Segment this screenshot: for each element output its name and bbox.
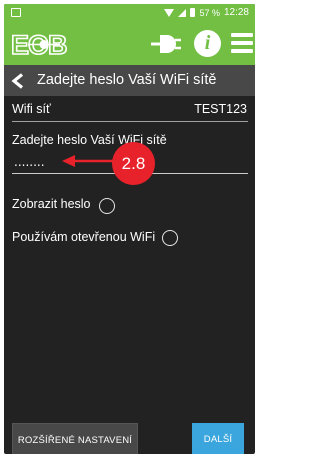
battery-icon: [190, 8, 196, 17]
phone-screen: 57 % 12:28 EOB i Zadejte heslo Vaší WiFi…: [4, 4, 255, 454]
status-indicators: 57 % 12:28: [164, 7, 249, 18]
eob-logo: EOB: [10, 29, 69, 59]
battery-percent: 57 %: [199, 7, 220, 18]
wifi-network-label: Wifi síť: [12, 102, 51, 116]
show-password-radio[interactable]: [99, 198, 115, 214]
advanced-settings-button[interactable]: ROZŠÍŘENÉ NASTAVENÍ: [12, 423, 138, 454]
image-notification-icon: [11, 8, 21, 17]
open-wifi-label: Používám otevřenou WiFi: [12, 230, 156, 244]
page-title: Zadejte heslo Vaší WiFi sítě: [37, 72, 217, 88]
title-bar: Zadejte heslo Vaší WiFi sítě: [4, 65, 255, 96]
info-icon[interactable]: i: [194, 30, 221, 57]
app-bar: EOB i: [4, 22, 255, 65]
divider: [12, 121, 248, 122]
wifi-network-value: TEST123: [194, 102, 247, 116]
back-arrow-icon[interactable]: [11, 73, 25, 89]
plug-icon[interactable]: [151, 32, 181, 56]
menu-icon[interactable]: [231, 33, 253, 53]
signal-icon: [178, 8, 187, 17]
clock: 12:28: [223, 7, 249, 18]
next-button[interactable]: DALŠÍ: [192, 423, 244, 454]
open-wifi-radio[interactable]: [162, 230, 178, 246]
annotation-step-badge: 2.8: [112, 142, 155, 185]
show-password-label: Zobrazit heslo: [12, 197, 91, 211]
wifi-icon: [164, 8, 175, 17]
status-bar: 57 % 12:28: [4, 4, 255, 22]
